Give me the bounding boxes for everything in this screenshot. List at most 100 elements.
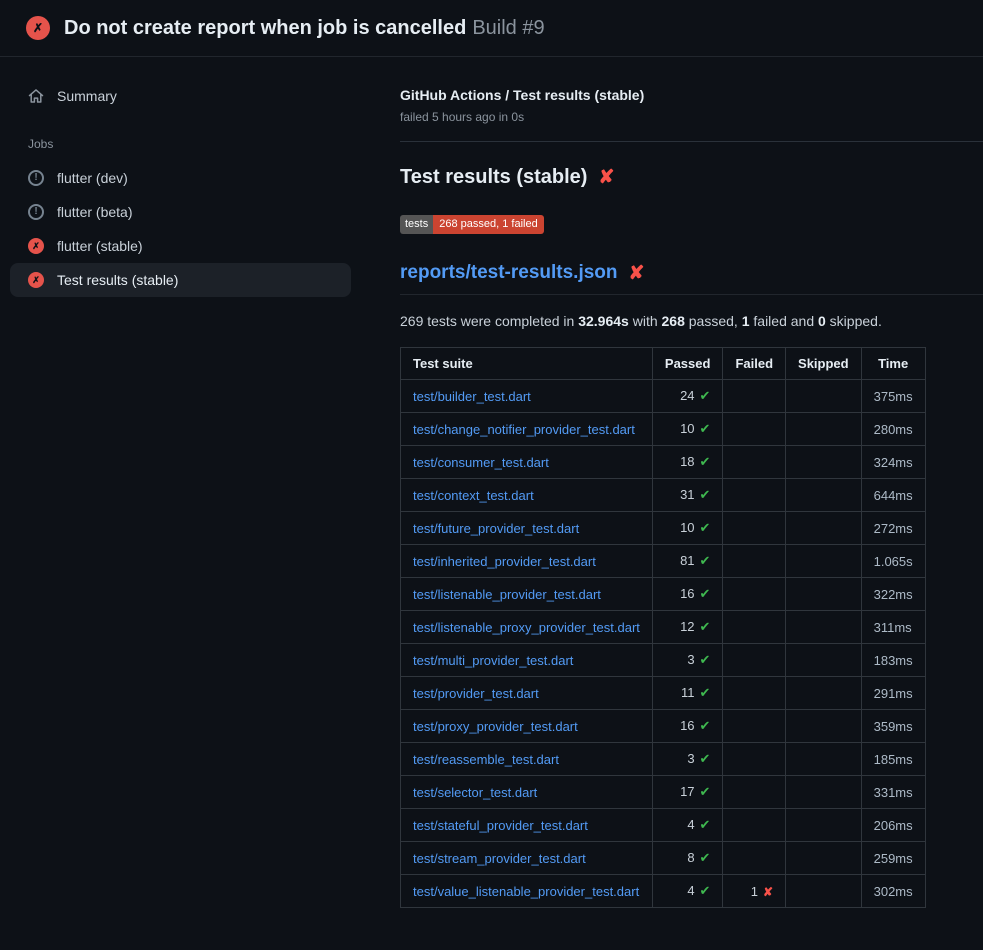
test-suite-link[interactable]: test/reassemble_test.dart [413, 752, 559, 767]
passed-cell-count: 16 [680, 718, 694, 733]
skipped-cell [786, 380, 862, 413]
time-cell: 302ms [861, 875, 925, 908]
test-suite-link[interactable]: test/builder_test.dart [413, 389, 531, 404]
report-heading: reports/test-results.json ✘ [400, 262, 644, 284]
passed-cell-count: 4 [687, 883, 694, 898]
passed-cell-count: 81 [680, 553, 694, 568]
time-cell: 183ms [861, 644, 925, 677]
sidebar-job-flutter-beta-[interactable]: !flutter (beta) [10, 195, 351, 229]
test-suite-link[interactable]: test/inherited_provider_test.dart [413, 554, 596, 569]
test-suite-row: test/stateful_provider_test.dart4✔206ms [401, 809, 926, 842]
results-table-header-row: Test suite Passed Failed Skipped Time [401, 348, 926, 380]
time-cell: 324ms [861, 446, 925, 479]
skipped-cell [786, 446, 862, 479]
test-suite-row: test/inherited_provider_test.dart 81 ✔ 1.06… [401, 545, 926, 578]
passed-cell: 18✔ [652, 446, 723, 479]
sidebar-job-flutter-stable-[interactable]: ✗flutter (stable) [10, 229, 351, 263]
passed-cell: 10 ✔ [652, 413, 723, 446]
failed-cell [723, 512, 786, 545]
failed-x-icon: ✘ [598, 168, 614, 187]
badge-value: 268 passed, 1 failed [433, 215, 543, 234]
suite-cell: test/listenable_provider_test.dart [401, 578, 653, 611]
skipped-cell [786, 677, 862, 710]
suite-cell: test/consumer_test.dart [401, 446, 653, 479]
suite-cell: test/reassemble_test.dart [401, 743, 653, 776]
failed-cell [723, 677, 786, 710]
column-header-time: Time [861, 348, 925, 380]
x-icon: ✘ [763, 885, 773, 899]
column-header-test-suite: Test suite [401, 348, 653, 380]
test-suite-link[interactable]: test/selector_test.dart [413, 785, 537, 800]
skipped-cell [786, 875, 862, 908]
test-suite-row: test/reassemble_test.dart3✔185ms [401, 743, 926, 776]
header-divider [400, 141, 983, 142]
sidebar-job-test-results-stable-[interactable]: ✗Test results (stable) [10, 263, 351, 297]
failed-cell [723, 710, 786, 743]
passed-cell: 24✔ [652, 380, 723, 413]
failed-cell [723, 611, 786, 644]
passed-cell: 8✔ [652, 842, 723, 875]
report-file-link[interactable]: reports/test-results.json [400, 262, 618, 284]
time-cell: 185ms [861, 743, 925, 776]
time-cell: 331ms [861, 776, 925, 809]
test-suite-link[interactable]: test/provider_test.dart [413, 686, 539, 701]
x-circle-icon: ✗ [28, 238, 44, 254]
suite-cell: test/inherited_provider_test.dart [401, 545, 653, 578]
test-suite-link[interactable]: test/listenable_proxy_provider_test.dart [413, 620, 640, 635]
sidebar-item-summary[interactable]: Summary [10, 79, 351, 113]
passed-cell-count: 3 [687, 751, 694, 766]
test-suite-row: test/listenable_proxy_provider_test.dart… [401, 611, 926, 644]
check-icon: ✔ [700, 421, 711, 436]
suite-cell: test/provider_test.dart [401, 677, 653, 710]
failed-cell [723, 809, 786, 842]
failed-cell [723, 380, 786, 413]
skipped-cell [786, 611, 862, 644]
column-header-failed: Failed [723, 348, 786, 380]
test-suite-link[interactable]: test/multi_provider_test.dart [413, 653, 573, 668]
suite-cell: test/stateful_provider_test.dart [401, 809, 653, 842]
suite-cell: test/value_listenable_provider_test.dart [401, 875, 653, 908]
time-cell: 359ms [861, 710, 925, 743]
sidebar-job-flutter-dev-[interactable]: !flutter (dev) [10, 161, 351, 195]
page-title: Do not create report when job is cancell… [64, 17, 545, 40]
test-suite-link[interactable]: test/stateful_provider_test.dart [413, 818, 588, 833]
time-cell: 291ms [861, 677, 925, 710]
summary-suffix: skipped. [826, 313, 882, 329]
passed-cell-count: 24 [680, 388, 694, 403]
test-suite-link[interactable]: test/future_provider_test.dart [413, 521, 579, 536]
check-icon: ✔ [700, 586, 711, 601]
failed-cell [723, 578, 786, 611]
test-suite-link[interactable]: test/value_listenable_provider_test.dart [413, 884, 639, 899]
check-icon: ✔ [700, 850, 711, 865]
test-suite-row: test/context_test.dart31✔644ms [401, 479, 926, 512]
test-suite-link[interactable]: test/context_test.dart [413, 488, 534, 503]
time-cell: 206ms [861, 809, 925, 842]
summary-prefix: 269 tests were completed in [400, 313, 578, 329]
passed-cell-count: 4 [687, 817, 694, 832]
test-suite-link[interactable]: test/consumer_test.dart [413, 455, 549, 470]
time-cell: 322ms [861, 578, 925, 611]
check-icon: ✔ [700, 685, 711, 700]
column-header-skipped: Skipped [786, 348, 862, 380]
suite-cell: test/builder_test.dart [401, 380, 653, 413]
passed-cell: 16✔ [652, 710, 723, 743]
test-suite-link[interactable]: test/listenable_provider_test.dart [413, 587, 601, 602]
test-suite-link[interactable]: test/stream_provider_test.dart [413, 851, 586, 866]
check-icon: ✔ [700, 619, 711, 634]
summary-line: 269 tests were completed in 32.964s with… [400, 313, 983, 329]
test-suite-link[interactable]: test/change_notifier_provider_test.dart [413, 422, 635, 437]
time-cell: 644ms [861, 479, 925, 512]
time-cell: 1.065s [861, 545, 925, 578]
check-icon: ✔ [700, 553, 711, 568]
section-title-text: Test results (stable) [400, 166, 587, 189]
neutral-circle-icon: ! [28, 204, 44, 220]
summary-failed: 1 [742, 313, 750, 329]
passed-cell: 4✔ [652, 875, 723, 908]
test-suite-link[interactable]: test/proxy_provider_test.dart [413, 719, 578, 734]
skipped-cell [786, 776, 862, 809]
passed-cell-count: 10 [680, 421, 694, 436]
skipped-cell [786, 644, 862, 677]
test-suite-row: test/selector_test.dart17✔331ms [401, 776, 926, 809]
check-run-title: Do not create report when job is cancell… [64, 17, 466, 39]
section-title: Test results (stable) ✘ [400, 166, 983, 189]
